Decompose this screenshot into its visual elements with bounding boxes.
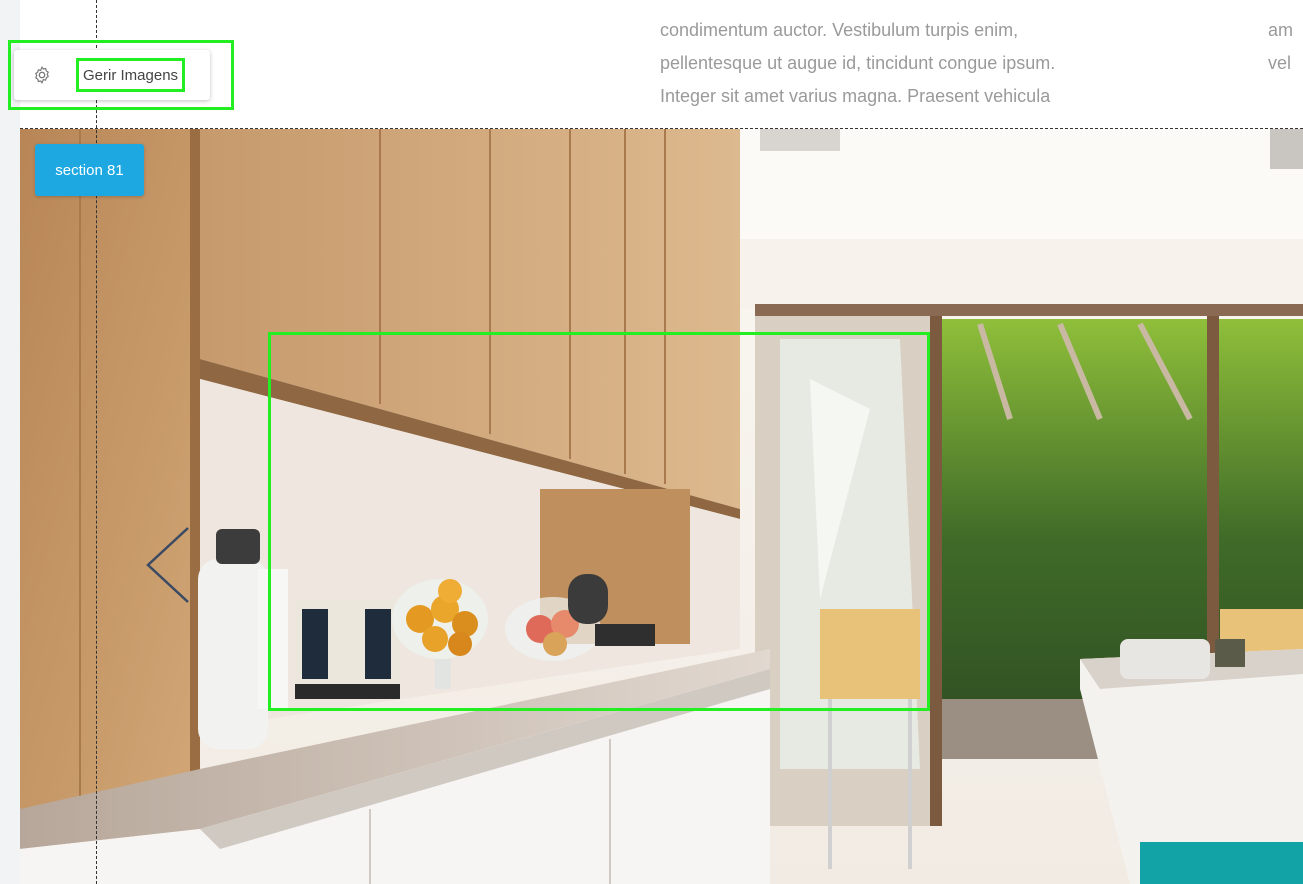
- section-boundary-guide: [20, 128, 1303, 129]
- text-line: vel: [1268, 53, 1292, 73]
- image-toolbar: Gerir Imagens: [14, 50, 210, 100]
- teal-block: [1140, 842, 1303, 884]
- editor-canvas: condimentum auctor. Vestibulum turpis en…: [0, 0, 1303, 884]
- paragraph-text-right: am vel: [1268, 14, 1303, 80]
- manage-images-button[interactable]: Gerir Imagens: [76, 58, 186, 92]
- text-line: Integer sit amet varius magna. Praesent …: [660, 86, 1051, 106]
- left-gutter: [0, 0, 20, 884]
- image-selection-box: [268, 332, 930, 711]
- text-line: pellentesque ut augue id, tincidunt cong…: [660, 53, 1056, 73]
- text-line: condimentum auctor. Vestibulum turpis en…: [660, 20, 1019, 40]
- text-line: am: [1268, 20, 1294, 40]
- gear-icon[interactable]: [32, 65, 52, 85]
- paragraph-text: condimentum auctor. Vestibulum turpis en…: [660, 14, 1230, 113]
- chevron-left-icon[interactable]: [144, 525, 194, 605]
- column-guide: [96, 0, 97, 884]
- section-badge[interactable]: section 81: [35, 144, 144, 196]
